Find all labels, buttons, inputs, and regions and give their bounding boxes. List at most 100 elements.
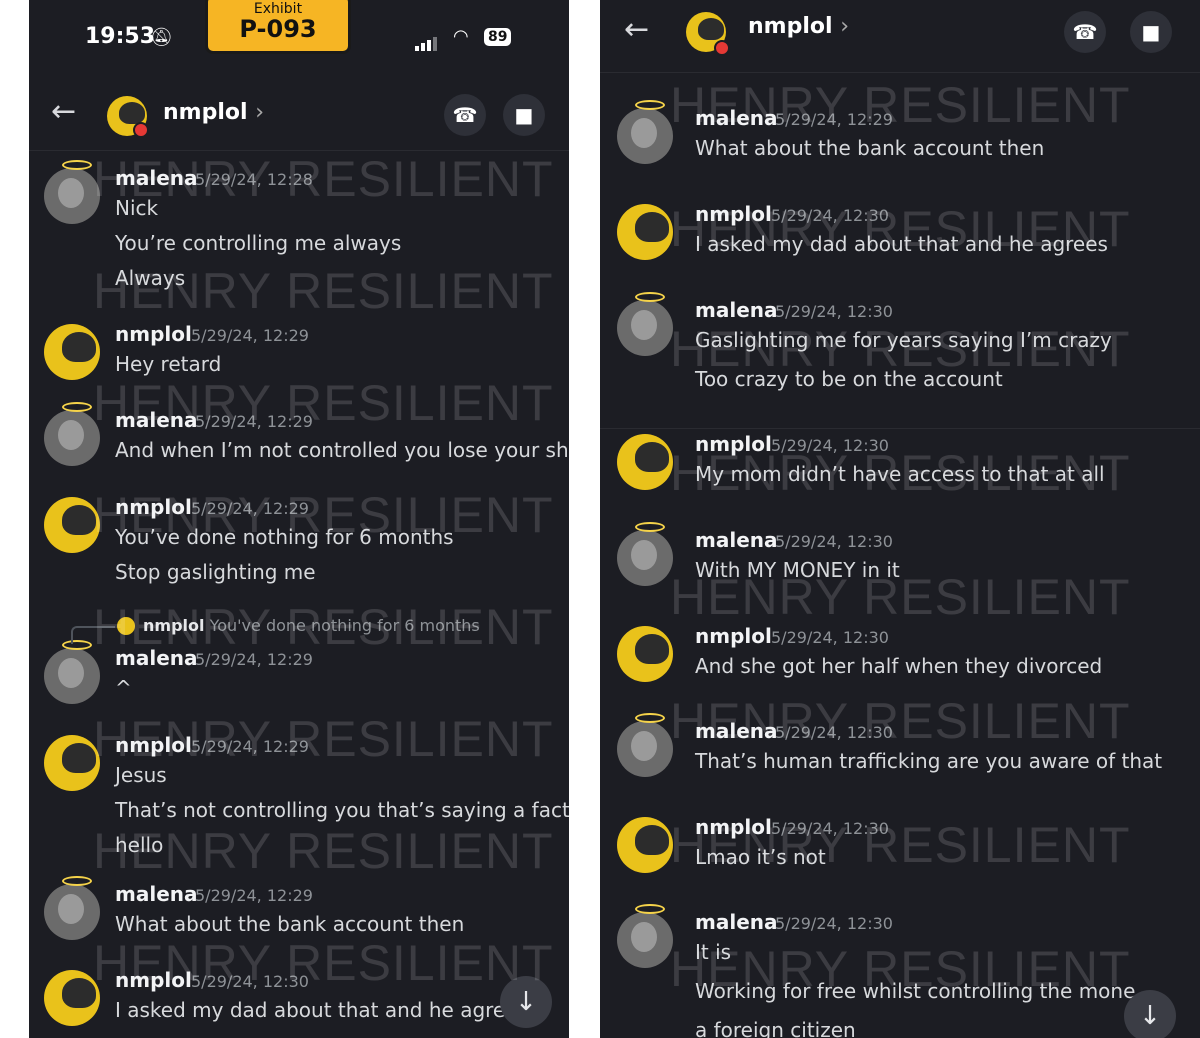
message-username[interactable]: malena (115, 408, 198, 432)
message-item[interactable]: nmplol 5/29/24, 12:30 My mom didn’t have a… (600, 428, 1200, 538)
avatar[interactable] (617, 100, 673, 164)
reply-text: You've done nothing for 6 months (209, 616, 480, 635)
message-text: a foreign citizen (695, 1018, 856, 1038)
avatar[interactable] (44, 160, 100, 224)
avatar[interactable] (617, 713, 673, 777)
message-username[interactable]: malena (695, 298, 778, 322)
avatar[interactable] (44, 402, 100, 466)
message-username[interactable]: nmplol (115, 968, 192, 992)
message-text: Nick (115, 196, 159, 220)
message-username[interactable]: nmplol (695, 202, 772, 226)
reply-avatar (117, 617, 135, 635)
message-item[interactable]: malena 5/29/24, 12:28 Nick You’re controlli… (29, 160, 569, 290)
avatar[interactable] (44, 324, 100, 380)
message-timestamp: 5/29/24, 12:30 (771, 819, 889, 838)
message-text: My mom didn’t have access to that at all (695, 462, 1105, 486)
message-text: Jesus (115, 763, 167, 787)
message-username[interactable]: malena (695, 719, 778, 743)
message-username[interactable]: nmplol (695, 624, 772, 648)
message-username[interactable]: malena (695, 106, 778, 130)
left-screenshot: 19:53 🔕︎ ◠ 89 Exhibit P-093 ← nmplol › ☎… (29, 0, 569, 1038)
avatar[interactable] (44, 876, 100, 940)
avatar[interactable] (617, 292, 673, 356)
message-username[interactable]: nmplol (115, 733, 192, 757)
message-item[interactable]: malena 5/29/24, 12:30 With MY MONEY in it (600, 522, 1200, 634)
message-text: Always (115, 266, 186, 290)
avatar[interactable] (617, 434, 673, 490)
message-username[interactable]: malena (695, 910, 778, 934)
avatar[interactable] (44, 640, 100, 704)
message-text: I asked my dad about that and he agrees (695, 232, 1108, 256)
message-text: What about the bank account then (695, 136, 1045, 160)
message-text: ^ (115, 676, 132, 700)
message-text: And when I’m not controlled you lose you… (115, 438, 569, 462)
message-text: You’ve done nothing for 6 months (115, 525, 454, 549)
message-list: malena 5/29/24, 12:29 What about the bank … (600, 0, 1200, 1038)
avatar[interactable] (617, 522, 673, 586)
message-text: Hey retard (115, 352, 222, 376)
message-text: With MY MONEY in it (695, 558, 900, 582)
message-timestamp: 5/29/24, 12:29 (191, 326, 309, 345)
reply-preview[interactable]: nmplol You've done nothing for 6 months (143, 616, 480, 635)
message-timestamp: 5/29/24, 12:30 (771, 628, 889, 647)
message-timestamp: 5/29/24, 12:28 (195, 170, 313, 189)
message-username[interactable]: nmplol (115, 495, 192, 519)
message-text: Stop gaslighting me (115, 560, 316, 584)
message-username[interactable]: malena (695, 528, 778, 552)
message-text: What about the bank account then (115, 912, 465, 936)
message-timestamp: 5/29/24, 12:29 (195, 412, 313, 431)
message-timestamp: 5/29/24, 12:29 (195, 650, 313, 669)
avatar[interactable] (44, 497, 100, 553)
message-text: Gaslighting me for years saying I’m craz… (695, 328, 1112, 352)
message-timestamp: 5/29/24, 12:30 (775, 302, 893, 321)
message-timestamp: 5/29/24, 12:30 (775, 914, 893, 933)
message-timestamp: 5/29/24, 12:30 (775, 723, 893, 742)
message-timestamp: 5/29/24, 12:30 (191, 972, 309, 991)
message-item[interactable]: nmplol 5/29/24, 12:29 Jesus That’s not cont… (29, 729, 569, 857)
message-text: That’s not controlling you that’s saying… (115, 798, 569, 822)
message-item[interactable]: nmplol 5/29/24, 12:30 Lmao it’s not (600, 811, 1200, 921)
reply-username: nmplol (143, 616, 205, 635)
message-text: I asked my dad about that and he agrees (115, 998, 528, 1022)
message-text: Working for free whilst controlling the … (695, 979, 1136, 1003)
message-text: Lmao it’s not (695, 845, 826, 869)
message-username[interactable]: nmplol (695, 432, 772, 456)
message-timestamp: 5/29/24, 12:30 (775, 532, 893, 551)
message-timestamp: 5/29/24, 12:29 (775, 110, 893, 129)
message-text: hello (115, 833, 164, 857)
message-text: And she got her half when they divorced (695, 654, 1103, 678)
message-timestamp: 5/29/24, 12:30 (771, 436, 889, 455)
message-list: malena 5/29/24, 12:28 Nick You’re controlli… (29, 0, 569, 1038)
message-item[interactable]: nmplol 5/29/24, 12:30 I asked my dad about… (29, 964, 569, 1038)
message-username[interactable]: malena (115, 166, 198, 190)
arrow-down-icon[interactable]: ↓ (1124, 990, 1176, 1038)
message-item[interactable]: malena 5/29/24, 12:30 Gaslighting me for y… (600, 292, 1200, 404)
message-item[interactable]: nmplol 5/29/24, 12:29 You’ve done nothing … (29, 491, 569, 601)
message-username[interactable]: malena (115, 646, 198, 670)
message-username[interactable]: nmplol (695, 815, 772, 839)
avatar[interactable] (44, 970, 100, 1026)
message-text: That’s human trafficking are you aware o… (695, 749, 1163, 773)
message-item[interactable]: malena 5/29/24, 12:30 It is Working for fre… (600, 904, 1200, 1038)
avatar[interactable] (617, 626, 673, 682)
avatar[interactable] (617, 904, 673, 968)
message-username[interactable]: malena (115, 882, 198, 906)
message-text: It is (695, 940, 732, 964)
message-timestamp: 5/29/24, 12:29 (191, 737, 309, 756)
avatar[interactable] (617, 204, 673, 260)
avatar[interactable] (44, 735, 100, 791)
reply-connector (71, 626, 115, 644)
avatar[interactable] (617, 817, 673, 873)
message-item[interactable]: nmplol 5/29/24, 12:30 And she got her half… (600, 620, 1200, 730)
right-screenshot: ← nmplol › ☎ ■ malena 5/29/24, 12:29 What … (600, 0, 1200, 1038)
message-timestamp: 5/29/24, 12:29 (191, 499, 309, 518)
message-item[interactable]: nmplol 5/29/24, 12:30 I asked my dad about… (600, 198, 1200, 308)
message-username[interactable]: nmplol (115, 322, 192, 346)
message-timestamp: 5/29/24, 12:30 (771, 206, 889, 225)
arrow-down-icon[interactable]: ↓ (500, 976, 552, 1028)
message-timestamp: 5/29/24, 12:29 (195, 886, 313, 905)
message-text: Too crazy to be on the account (695, 367, 1003, 391)
message-item[interactable]: malena 5/29/24, 12:29 What about the bank … (600, 100, 1200, 212)
message-text: You’re controlling me always (115, 231, 402, 255)
message-item[interactable]: malena 5/29/24, 12:30 That’s human traffic… (600, 713, 1200, 825)
